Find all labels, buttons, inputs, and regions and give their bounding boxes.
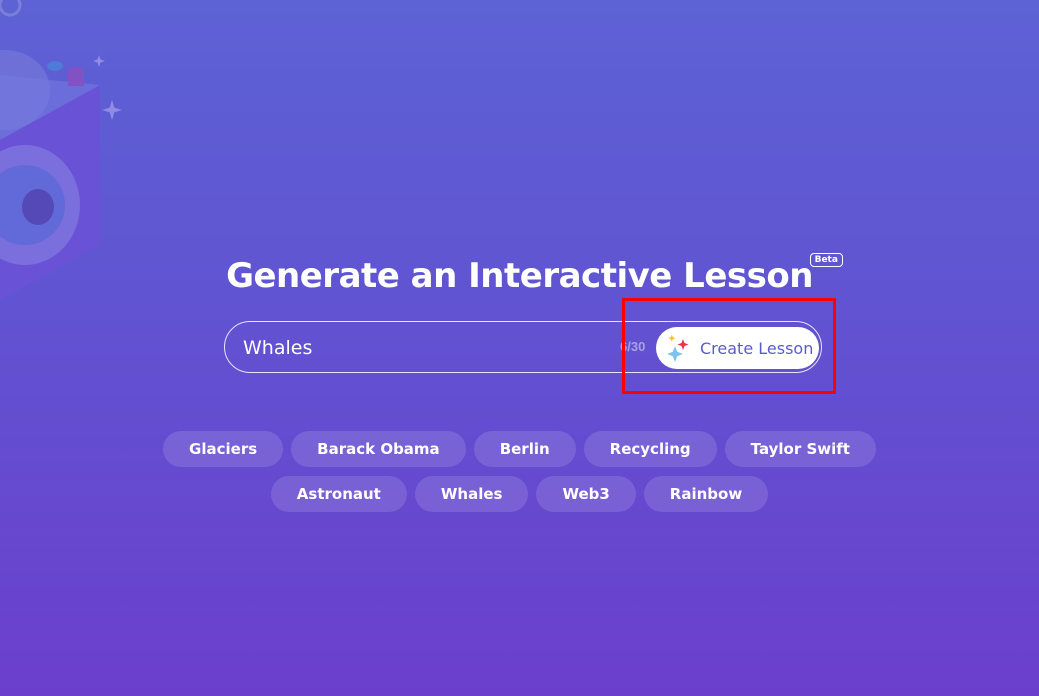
suggestion-row: Glaciers Barack Obama Berlin Recycling T…	[0, 431, 1039, 467]
page-title: Generate an Interactive Lesson Beta	[226, 253, 843, 296]
suggestion-chip-berlin[interactable]: Berlin	[473, 431, 576, 467]
sparkles-icon	[668, 334, 689, 362]
character-counter: 6/30	[620, 339, 646, 354]
beta-badge: Beta	[809, 253, 843, 267]
suggestion-chip-whales[interactable]: Whales	[414, 476, 529, 512]
suggestion-chip-barack-obama[interactable]: Barack Obama	[291, 431, 466, 467]
suggestion-chip-taylor-swift[interactable]: Taylor Swift	[724, 431, 876, 467]
suggestion-chip-rainbow[interactable]: Rainbow	[643, 476, 769, 512]
suggestion-chip-glaciers[interactable]: Glaciers	[163, 431, 284, 467]
create-lesson-button[interactable]: Create Lesson	[656, 327, 819, 369]
suggestion-chip-recycling[interactable]: Recycling	[583, 431, 717, 467]
create-lesson-label: Create Lesson	[700, 338, 814, 358]
topic-input[interactable]	[241, 332, 605, 364]
suggestion-chip-astronaut[interactable]: Astronaut	[270, 476, 407, 512]
suggestion-row: Astronaut Whales Web3 Rainbow	[0, 476, 1039, 512]
page-title-text: Generate an Interactive Lesson	[226, 256, 813, 296]
suggestion-chip-web3[interactable]: Web3	[536, 476, 636, 512]
topic-search-bar: 6/30 Create Lesson	[224, 321, 822, 373]
